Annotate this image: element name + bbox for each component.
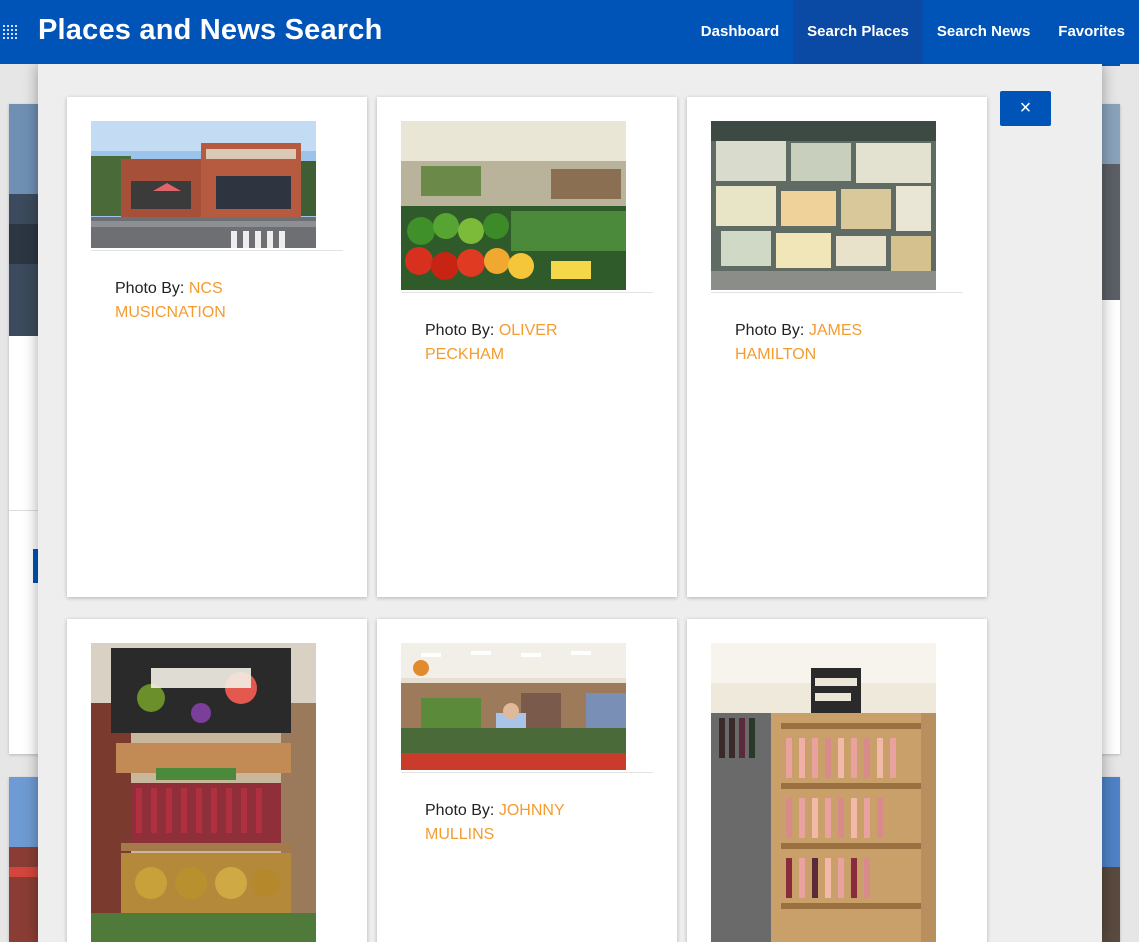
photo-cheese-case[interactable] [711, 121, 936, 290]
photo-credit: Photo By: JOHNNY MULLINS [425, 799, 585, 847]
photo-card [687, 619, 987, 942]
background-place-image-right [1100, 104, 1120, 300]
photo-divider [401, 292, 653, 293]
photo-divider [711, 292, 963, 293]
store-interior-image [401, 643, 626, 770]
main-nav: Dashboard Search Places Search News Favo… [687, 0, 1139, 64]
cheese-case-image [711, 121, 936, 290]
photo-credit-prefix: Photo By: [115, 280, 185, 297]
nav-dashboard[interactable]: Dashboard [687, 0, 793, 64]
background-place-card-bottom-right [1100, 777, 1120, 942]
photo-store-interior[interactable] [401, 643, 626, 770]
background-place-card-right [1100, 104, 1120, 754]
photo-credit: Photo By: NCS MUSICNATION [115, 277, 275, 325]
store-exterior-image [91, 121, 316, 248]
produce-peppers-image [401, 121, 626, 290]
nav-search-news[interactable]: Search News [923, 0, 1044, 64]
photo-credit-prefix: Photo By: [735, 322, 805, 339]
photo-card: Photo By: JOHNNY MULLINS [377, 619, 677, 942]
apps-grid-icon[interactable] [3, 25, 17, 39]
photo-divider [401, 772, 653, 773]
photo-store-exterior[interactable] [91, 121, 316, 248]
background-place-image-bottom-right [1100, 777, 1120, 942]
photo-credit-prefix: Photo By: [425, 322, 495, 339]
photo-produce-peppers[interactable] [401, 121, 626, 290]
photo-credit: Photo By: JAMES HAMILTON [735, 319, 895, 367]
photo-card [67, 619, 367, 942]
photo-card: Photo By: OLIVER PECKHAM [377, 97, 677, 597]
nav-favorites[interactable]: Favorites [1044, 0, 1139, 64]
wine-shelf-image [711, 643, 936, 942]
photo-wine-shelf[interactable] [711, 643, 936, 942]
photo-divider [91, 250, 343, 251]
close-button[interactable]: × [1000, 91, 1051, 126]
top-app-bar: Places and News Search Dashboard Search … [0, 0, 1139, 64]
photo-credit: Photo By: OLIVER PECKHAM [425, 319, 585, 367]
produce-sign-image [91, 643, 316, 942]
app-title: Places and News Search [38, 14, 383, 46]
photo-card: Photo By: JAMES HAMILTON [687, 97, 987, 597]
photo-credit-prefix: Photo By: [425, 802, 495, 819]
photo-produce-sign[interactable] [91, 643, 316, 942]
photo-gallery-modal: × Photo By: NCS MUSICNATION Photo By: OL… [38, 64, 1102, 942]
photo-card: Photo By: NCS MUSICNATION [67, 97, 367, 597]
nav-search-places[interactable]: Search Places [793, 0, 923, 64]
